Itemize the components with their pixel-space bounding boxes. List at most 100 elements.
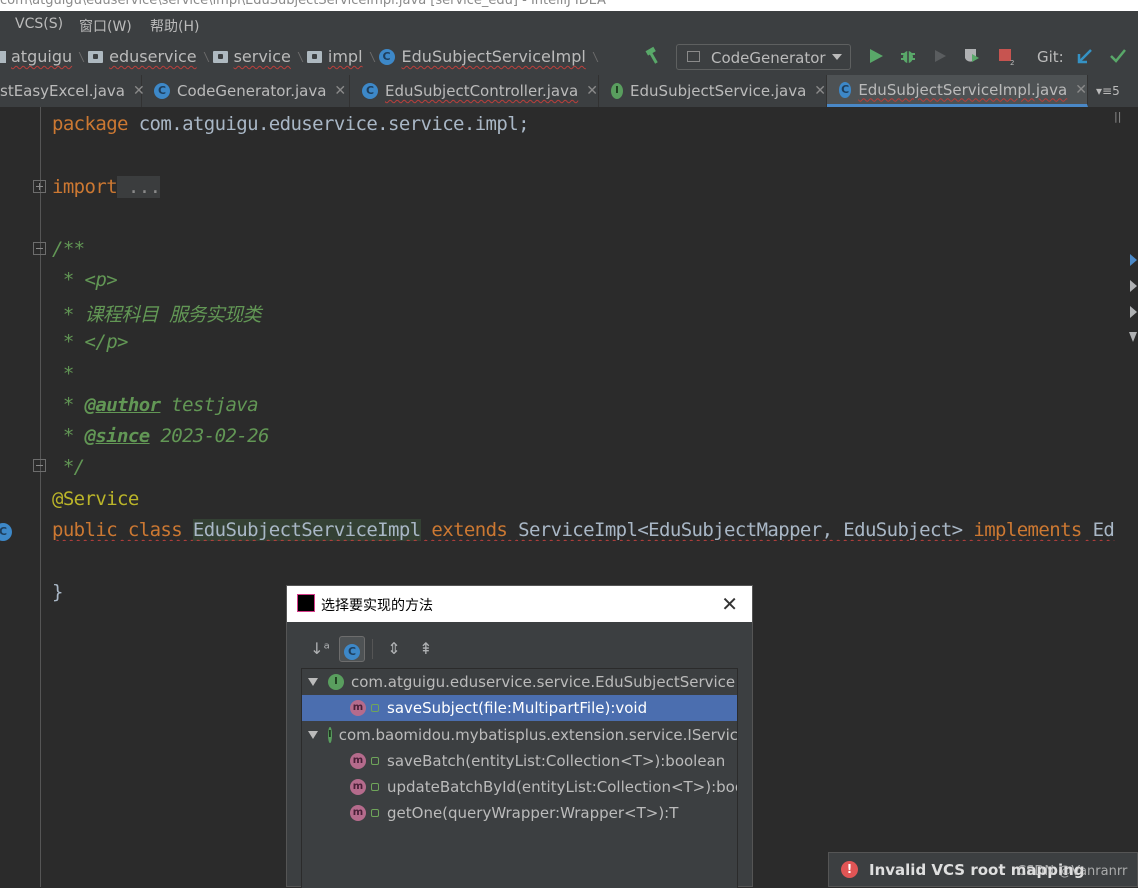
close-icon[interactable]: ✕ xyxy=(814,83,826,99)
implement-methods-dialog: 选择要实现的方法 ✕ ↓ᵃ C ⇕ ⇞ I com.atguigu.eduser… xyxy=(286,585,753,888)
interface-icon: I xyxy=(328,727,332,743)
breadcrumb-separator xyxy=(363,51,375,62)
class-gutter-icon[interactable]: C xyxy=(0,523,12,541)
breadcrumb-item-impl[interactable]: impl xyxy=(328,47,363,66)
tree-method-savebatch[interactable]: m saveBatch(entityList:Collection<T>):bo… xyxy=(302,748,737,774)
tab-edusubjectserviceimpl[interactable]: C EduSubjectServiceImpl.java ✕ xyxy=(827,75,1088,107)
vcs-notification[interactable]: ! Invalid VCS root mapping CSDN @Vanranr… xyxy=(828,852,1138,887)
window-title: com\atguigu\eduservice\service\impl\EduS… xyxy=(0,0,606,8)
breadcrumb-item-service[interactable]: service xyxy=(234,47,291,66)
method-icon: m xyxy=(350,700,366,716)
tab-codegenerator[interactable]: C CodeGenerator.java ✕ xyxy=(142,75,350,107)
methods-tree: I com.atguigu.eduservice.service.EduSubj… xyxy=(301,668,738,888)
folder-icon xyxy=(88,50,104,63)
code-line-doc-desc: * 课程科目 服务实现类 xyxy=(52,304,262,326)
group-name: com.baomidou.mybatisplus.extension.servi… xyxy=(338,726,738,744)
group-name: com.atguigu.eduservice.service.EduSubjec… xyxy=(351,673,736,691)
tab-label: stEasyExcel.java xyxy=(0,82,125,100)
code-line-doc-p: * <p> xyxy=(52,269,118,291)
collapse-all-icon[interactable]: ⇞ xyxy=(413,636,439,662)
import-fold-placeholder[interactable]: ... xyxy=(117,176,161,198)
breadcrumb-item-class[interactable]: EduSubjectServiceImpl xyxy=(402,47,586,66)
tab-test-easyexcel[interactable]: stEasyExcel.java ✕ xyxy=(0,75,145,107)
menu-bar: VCS(S) 窗口(W) 帮助(H) xyxy=(0,11,1138,40)
breadcrumb-separator xyxy=(291,51,304,62)
code-line-doc-open: /** xyxy=(52,238,85,260)
tab-label: EduSubjectService.java xyxy=(630,82,807,100)
menu-vcs[interactable]: VCS(S) xyxy=(15,16,63,32)
menu-window[interactable]: 窗口(W) xyxy=(79,16,132,36)
class-icon: C xyxy=(378,48,395,65)
tab-overflow-button[interactable]: ▾≡ 5 xyxy=(1090,75,1138,107)
class-icon: C xyxy=(344,644,360,660)
tab-label: CodeGenerator.java xyxy=(177,82,327,100)
code-line-doc-p-close: * </p> xyxy=(52,331,129,353)
tab-edusubjectcontroller[interactable]: C EduSubjectController.java ✕ xyxy=(350,75,599,107)
build-hammer-icon[interactable] xyxy=(643,46,663,66)
method-label: updateBatchById(entityList:Collection<T>… xyxy=(387,778,738,796)
editor-right-markers xyxy=(1128,252,1138,352)
run-coverage-icon[interactable] xyxy=(930,46,950,66)
method-icon: m xyxy=(350,753,366,769)
debug-icon[interactable] xyxy=(898,46,918,66)
code-line-doc-since: * @since 2023-02-26 xyxy=(52,425,270,447)
code-line-import: import ... xyxy=(52,176,161,198)
tree-method-getone[interactable]: m getOne(queryWrapper:Wrapper<T>):T xyxy=(302,800,737,826)
run-icon[interactable] xyxy=(866,46,886,66)
window-title-bar: com\atguigu\eduservice\service\impl\EduS… xyxy=(0,0,1138,11)
dialog-title: 选择要实现的方法 xyxy=(321,598,433,614)
code-line-doc-close: */ xyxy=(52,456,85,478)
gutter-divider xyxy=(40,107,41,887)
code-line-package: package com.atguigu.eduservice.service.i… xyxy=(52,113,530,135)
tab-edusubjectservice[interactable]: I EduSubjectService.java ✕ xyxy=(599,75,827,107)
toolbar-divider xyxy=(372,639,373,659)
marker-arrows-icon xyxy=(1129,254,1137,342)
menu-help[interactable]: 帮助(H) xyxy=(150,16,199,36)
breadcrumb-item-atguigu[interactable]: atguigu xyxy=(11,47,72,66)
breadcrumb-separator xyxy=(72,51,85,62)
expand-all-icon[interactable]: ⇕ xyxy=(381,636,407,662)
code-line-closing-brace: } xyxy=(52,581,63,603)
breadcrumb: atguigu eduservice service impl C EduSub… xyxy=(0,47,602,66)
run-configuration-select[interactable]: CodeGenerator xyxy=(676,44,851,70)
tab-label: EduSubjectController.java xyxy=(385,82,579,100)
fold-expand-icon[interactable] xyxy=(33,180,46,193)
error-icon: ! xyxy=(841,861,858,878)
public-access-icon xyxy=(371,783,379,791)
fold-collapse-icon[interactable] xyxy=(33,459,46,472)
folder-icon xyxy=(306,50,322,63)
breadcrumb-item-eduservice[interactable]: eduservice xyxy=(109,47,196,66)
close-icon[interactable]: ✕ xyxy=(334,83,346,99)
tree-method-updatebatchbyid[interactable]: m updateBatchById(entityList:Collection<… xyxy=(302,774,738,800)
method-label: saveBatch(entityList:Collection<T>):bool… xyxy=(387,752,726,770)
run-config-icon xyxy=(687,51,700,62)
public-access-icon xyxy=(371,704,379,712)
stop-icon[interactable]: 2 xyxy=(996,46,1016,66)
breadcrumb-separator xyxy=(586,51,599,62)
sort-alphabetically-icon[interactable]: ↓ᵃ xyxy=(307,636,333,662)
git-commit-icon[interactable] xyxy=(1108,46,1128,66)
close-icon[interactable]: ✕ xyxy=(721,592,738,616)
editor-tab-bar: stEasyExcel.java ✕ C CodeGenerator.java … xyxy=(0,75,1138,108)
run-configuration-label: CodeGenerator xyxy=(711,49,826,67)
profile-icon[interactable] xyxy=(962,46,982,66)
close-icon[interactable]: ✕ xyxy=(586,83,598,99)
show-classes-toggle[interactable]: C xyxy=(339,636,365,662)
public-access-icon xyxy=(371,809,379,817)
git-update-icon[interactable] xyxy=(1075,46,1095,66)
chevron-down-icon[interactable] xyxy=(308,678,318,686)
tree-group-iservice[interactable]: I com.baomidou.mybatisplus.extension.ser… xyxy=(302,722,738,748)
method-icon: m xyxy=(350,805,366,821)
pause-icon: || xyxy=(1114,110,1122,123)
fold-collapse-icon[interactable] xyxy=(33,242,46,255)
chevron-down-icon[interactable] xyxy=(308,731,318,739)
tree-group-edusubjectservice[interactable]: I com.atguigu.eduservice.service.EduSubj… xyxy=(302,669,737,695)
interface-icon: I xyxy=(611,83,624,99)
close-icon[interactable]: ✕ xyxy=(1075,82,1087,98)
tree-method-savesubject[interactable]: m saveSubject(file:MultipartFile):void xyxy=(302,695,737,721)
tab-overflow-count: 5 xyxy=(1112,84,1120,98)
code-line-doc-author: * @author testjava xyxy=(52,394,259,416)
tab-overflow-icon: ▾≡ xyxy=(1096,84,1113,98)
breadcrumb-separator xyxy=(197,51,209,62)
class-icon: C xyxy=(154,83,170,99)
